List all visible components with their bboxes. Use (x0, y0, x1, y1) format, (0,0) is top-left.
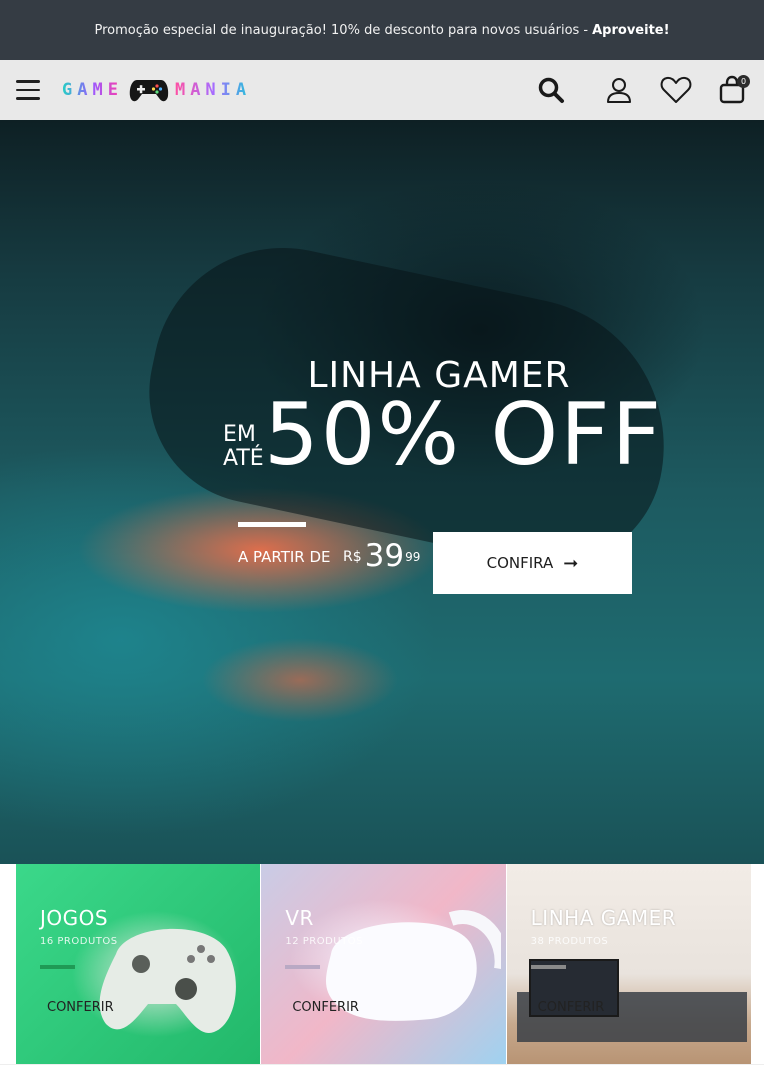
category-card-linha-gamer[interactable]: LINHA GAMER 38 PRODUTOS CONFERIR (506, 864, 752, 1064)
category-count: 12 PRODUTOS (285, 936, 363, 947)
user-icon[interactable] (602, 73, 636, 107)
category-link[interactable]: CONFERIR (292, 1000, 359, 1015)
controller-image (99, 928, 236, 1033)
price-cents: 99 (405, 550, 421, 564)
category-title: VR (285, 906, 314, 930)
promo-bar: Promoção especial de inauguração! 10% de… (0, 0, 764, 60)
hero-divider (238, 522, 306, 527)
arrow-right-icon: ➞ (563, 552, 579, 574)
hero-price: R$ 39 99 (343, 538, 420, 575)
page-bottom (0, 1064, 764, 1075)
gamepad-icon (129, 80, 169, 102)
category-bar (40, 965, 75, 969)
price-integer: 39 (364, 538, 405, 574)
hero-from-label: A PARTIR DE (238, 548, 331, 566)
price-currency: R$ (343, 549, 362, 565)
category-card-vr[interactable]: VR 12 PRODUTOS CONFERIR (261, 864, 507, 1064)
category-title: LINHA GAMER (530, 906, 677, 930)
site-header: GAME MANIA 0 (0, 60, 764, 120)
hero-em-ate: EM ATÉ (223, 423, 264, 471)
promo-link[interactable]: Aproveite! (592, 23, 669, 38)
logo-word-game: GAME (62, 80, 123, 100)
category-title: JOGOS (40, 906, 109, 930)
promo-text: Promoção especial de inauguração! 10% de… (94, 22, 589, 38)
shopping-bag-icon[interactable]: 0 (716, 73, 750, 107)
category-grid: JOGOS 16 PRODUTOS CONFERIR VR 12 PRODUTO… (16, 864, 752, 1064)
hero-em: EM (223, 422, 256, 447)
vr-headset-image (326, 910, 502, 1021)
category-link[interactable]: CONFERIR (47, 1000, 114, 1015)
category-link[interactable]: CONFERIR (538, 1000, 605, 1015)
search-icon[interactable] (534, 73, 568, 107)
cart-count-badge: 0 (737, 75, 750, 88)
logo-word-mania: MANIA (174, 80, 252, 100)
heart-icon[interactable] (659, 73, 693, 107)
category-card-jogos[interactable]: JOGOS 16 PRODUTOS CONFERIR (16, 864, 262, 1064)
category-bar (285, 965, 321, 969)
hero-discount: 50% OFF (264, 385, 664, 485)
category-count: 16 PRODUTOS (40, 936, 118, 947)
category-bar (530, 965, 566, 969)
hero-cta-label: CONFIRA (486, 554, 554, 572)
site-logo[interactable]: GAME MANIA (62, 74, 251, 106)
menu-icon[interactable] (16, 80, 40, 100)
hero-ate: ATÉ (223, 446, 264, 471)
hero-banner: LINHA GAMER EM ATÉ 50% OFF A PARTIR DE R… (0, 120, 764, 864)
category-count: 38 PRODUTOS (530, 936, 609, 947)
hero-cta-button[interactable]: CONFIRA ➞ (433, 532, 632, 594)
